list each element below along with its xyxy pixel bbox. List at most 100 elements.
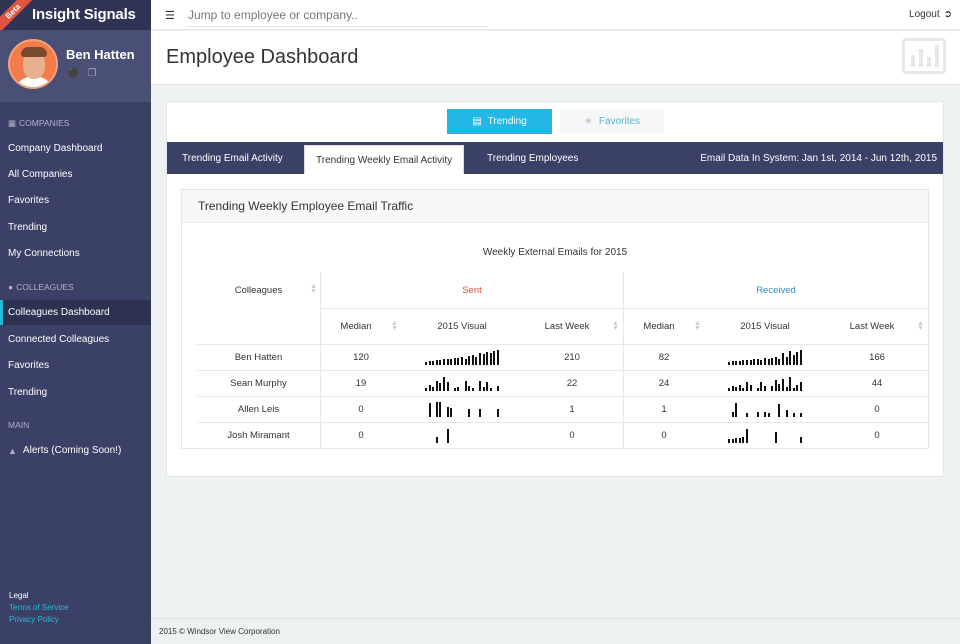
sidebar-item-company-dashboard[interactable]: Company Dashboard (0, 136, 151, 161)
logout-button[interactable]: Logout ➲ (909, 9, 952, 20)
sparkline-bar (482, 387, 485, 391)
sparkline-bar (728, 362, 730, 365)
sparkline-bar (479, 409, 481, 417)
legal-label: Legal (9, 591, 29, 600)
bar-chart-icon (902, 38, 946, 74)
sort-icon[interactable]: ▲ ▼ (310, 283, 317, 295)
sparkline-bar (425, 362, 427, 365)
received-sparkline (728, 376, 804, 391)
sparkline-bar (800, 413, 802, 417)
search-input[interactable] (188, 3, 488, 27)
sparkline-bar (497, 409, 499, 417)
sidebar-item-colleague-trending[interactable]: Trending (0, 380, 151, 405)
menu-icon[interactable]: ☰ (165, 9, 175, 22)
sparkline-bar (428, 361, 431, 365)
colleague-name[interactable]: Sean Murphy (197, 371, 320, 396)
sparkline-bar (742, 360, 745, 365)
sidebar-item-all-companies[interactable]: All Companies (0, 162, 151, 187)
sparkline-bar (782, 353, 784, 365)
tab-trending-email-activity[interactable]: Trending Email Activity (182, 142, 283, 174)
sparkline-bar (464, 359, 467, 365)
sparkline-bar (746, 413, 748, 417)
users-icon: ● (8, 282, 14, 292)
sparkline-bar (774, 357, 777, 365)
data-range-info: Email Data In System: Jan 1st, 2014 - Ju… (700, 152, 937, 164)
sparkline-bar (443, 377, 445, 391)
footer: 2015 © Windsor View Corporation (151, 618, 960, 644)
colleague-name[interactable]: Josh Miramant (197, 423, 320, 448)
sparkline-bar (767, 413, 770, 417)
profile-panel: Ben Hatten ⚫ ❐ (0, 30, 151, 102)
sent-median-header[interactable]: Median (321, 309, 391, 344)
colleagues-header[interactable]: Colleagues (197, 272, 320, 308)
sidebar-item-my-connections[interactable]: My Connections (0, 241, 151, 266)
sort-icon[interactable]: ▲ ▼ (391, 320, 398, 332)
sparkline-bar (764, 358, 766, 365)
sparkline-bar (489, 353, 492, 365)
sidebar-item-colleague-favorites[interactable]: Favorites (0, 353, 151, 378)
sparkline-bar (778, 384, 781, 391)
sort-icon[interactable]: ▲ ▼ (612, 320, 619, 332)
sparkline-bar (746, 429, 748, 443)
sparkline-bar (435, 437, 438, 443)
sparkline-bar (731, 412, 734, 417)
sidebar-item-trending[interactable]: Trending (0, 215, 151, 240)
sidebar-item-connected-colleagues[interactable]: Connected Colleagues (0, 327, 151, 352)
profile-name: Ben Hatten (66, 47, 135, 62)
brand-title[interactable]: Insight Signals (32, 6, 136, 23)
logout-icon: ➲ (943, 9, 952, 20)
sparkline-bar (468, 386, 471, 391)
colleague-name[interactable]: Ben Hatten (197, 345, 320, 370)
privacy-link[interactable]: Privacy Policy (9, 614, 69, 626)
received-header: Received (756, 284, 796, 296)
sent-sparkline (425, 376, 501, 391)
sparkline-bar (735, 361, 738, 365)
sparkline-bar (461, 357, 463, 365)
sparkline-bar (439, 383, 442, 391)
sparkline-bar (471, 355, 474, 365)
received-last-week-header[interactable]: Last Week (827, 309, 917, 344)
sent-median-value: 19 (355, 378, 367, 389)
sparkline-bar (497, 350, 499, 365)
sparkline-bar (785, 357, 788, 365)
bell-icon: ▲ (8, 445, 17, 456)
sparkline-bar (486, 352, 489, 365)
sort-icon[interactable]: ▲ ▼ (694, 320, 701, 332)
sent-median-value: 0 (358, 404, 364, 415)
received-sparkline (728, 350, 804, 365)
received-median-header[interactable]: Median (624, 309, 694, 344)
favorites-button[interactable]: ★ Favorites (560, 109, 664, 134)
sparkline-bar (497, 386, 499, 391)
avatar[interactable] (8, 39, 58, 89)
tab-trending-weekly-email-activity[interactable]: Trending Weekly Email Activity (304, 145, 465, 174)
sparkline-bar (746, 382, 748, 391)
sidebar-item-favorites[interactable]: Favorites (0, 188, 151, 213)
sparkline-bar (428, 403, 431, 417)
sparkline-bar (468, 356, 471, 365)
sparkline-bar (800, 350, 802, 365)
received-sparkline (728, 428, 804, 443)
sidebar-item-colleagues-dashboard[interactable]: Colleagues Dashboard (0, 300, 151, 325)
sparkline-bar (446, 407, 449, 417)
sent-last-week-header[interactable]: Last Week (522, 309, 612, 344)
colleague-name[interactable]: Allen Leis (197, 397, 320, 422)
sparkline-bar (735, 403, 738, 417)
sparkline-bar (486, 382, 489, 391)
sent-median-value: 0 (358, 430, 364, 441)
terms-link[interactable]: Terms of Service (9, 602, 69, 614)
trending-button[interactable]: ▤ Trending (447, 109, 552, 134)
sparkline-bar (482, 354, 485, 365)
sparkline-bar (439, 402, 442, 417)
received-visual-header: 2015 Visual (740, 321, 790, 332)
sparkline-bar (468, 409, 471, 417)
sparkline-bar (767, 359, 770, 365)
sort-icon[interactable]: ▲ ▼ (917, 320, 924, 332)
sent-sparkline (425, 402, 501, 417)
sent-last-week-value: 210 (564, 352, 580, 363)
sparkline-bar (789, 351, 792, 365)
sparkline-bar (774, 380, 777, 391)
signout-icon[interactable]: ❐ (87, 68, 96, 79)
sidebar-item-alerts[interactable]: ▲ Alerts (Coming Soon!) (0, 438, 151, 463)
tab-trending-employees[interactable]: Trending Employees (487, 142, 578, 174)
user-icon[interactable]: ⚫ (67, 68, 79, 79)
